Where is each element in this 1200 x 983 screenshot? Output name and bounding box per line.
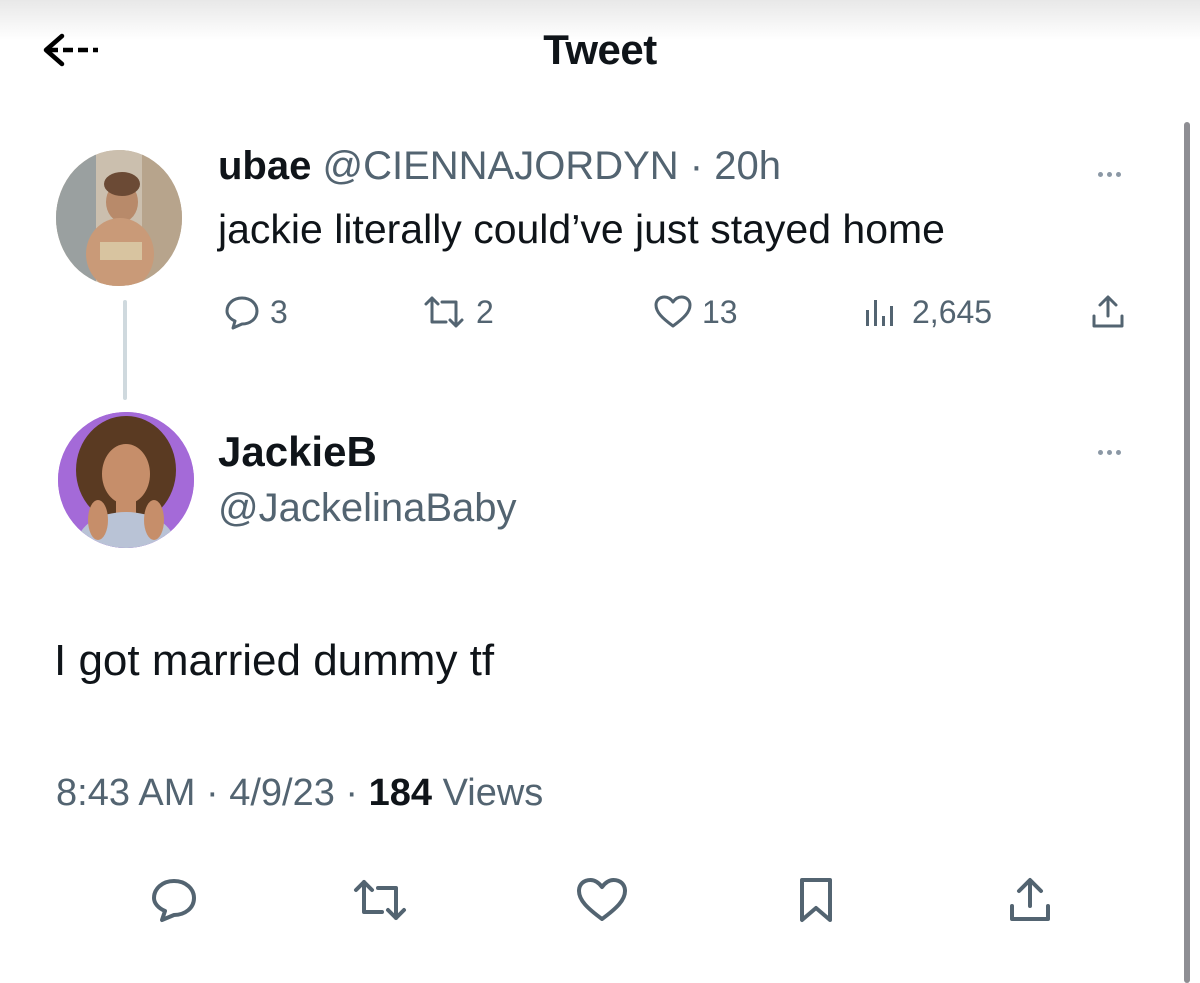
tweet-metadata: 8:43 AM · 4/9/23 · 184 Views [56,772,543,815]
like-metric-button[interactable]: 13 [652,290,738,334]
quoted-tweet-text: jackie literally could’ve just stayed ho… [218,206,945,252]
author-name[interactable]: JackieB [218,428,377,476]
views-chart-icon [866,300,893,326]
dot [1098,172,1103,177]
tweet-time[interactable]: 8:43 AM [56,772,195,814]
quoted-tweet-header: ubae @CIENNAJORDYN · 20h [218,144,781,189]
tweet-date[interactable]: 4/9/23 [229,772,335,814]
dot [1107,172,1112,177]
heart-icon [577,878,627,921]
share-icon [1092,295,1124,328]
scrollbar[interactable] [1184,122,1190,983]
reply-icon [152,879,196,922]
tweet-views-count: 184 [368,772,433,814]
share-metric-button[interactable] [1088,290,1128,334]
tweet-text: I got married dummy tf [54,636,495,685]
reply-button[interactable] [144,870,204,930]
dot [1116,450,1121,455]
heart-icon [654,295,692,328]
more-options-button[interactable] [1096,442,1140,462]
bookmark-button[interactable] [786,870,846,930]
views-count: 2,645 [912,293,993,330]
avatar-photo [56,150,182,286]
share-icon [1010,878,1050,921]
retweet-button[interactable] [350,870,410,930]
separator-dot: · [195,772,230,814]
dot [1107,450,1112,455]
tweet-page: Tweet ubae @CIENNAJORDYN · 20h jackie li… [0,0,1200,983]
tweet-views-label: Views [442,772,544,814]
page-title: Tweet [543,26,657,73]
retweet-icon [424,296,464,328]
retweet-count: 2 [476,293,494,330]
like-count: 13 [702,293,738,330]
reply-count: 3 [270,293,288,330]
dot [1116,172,1121,177]
reply-icon [225,296,259,330]
avatar[interactable] [56,150,182,286]
avatar[interactable] [58,412,194,548]
author-handle[interactable]: @JackelinaBaby [218,486,517,531]
retweet-metric-button[interactable]: 2 [420,290,494,334]
separator-dot: · [334,772,369,814]
retweet-icon [354,880,406,920]
quoted-author-name[interactable]: ubae [218,144,311,188]
avatar-photo [58,412,194,548]
thread-connector-line [123,300,127,400]
more-options-button[interactable] [1096,164,1140,184]
reply-metric-button[interactable]: 3 [222,290,288,334]
quoted-author-handle-time: @CIENNAJORDYN · 20h [322,144,781,188]
dot [1098,450,1103,455]
views-metric-button[interactable]: 2,645 [860,290,992,334]
share-button[interactable] [1000,870,1060,930]
like-button[interactable] [572,870,632,930]
bookmark-icon [800,878,832,922]
